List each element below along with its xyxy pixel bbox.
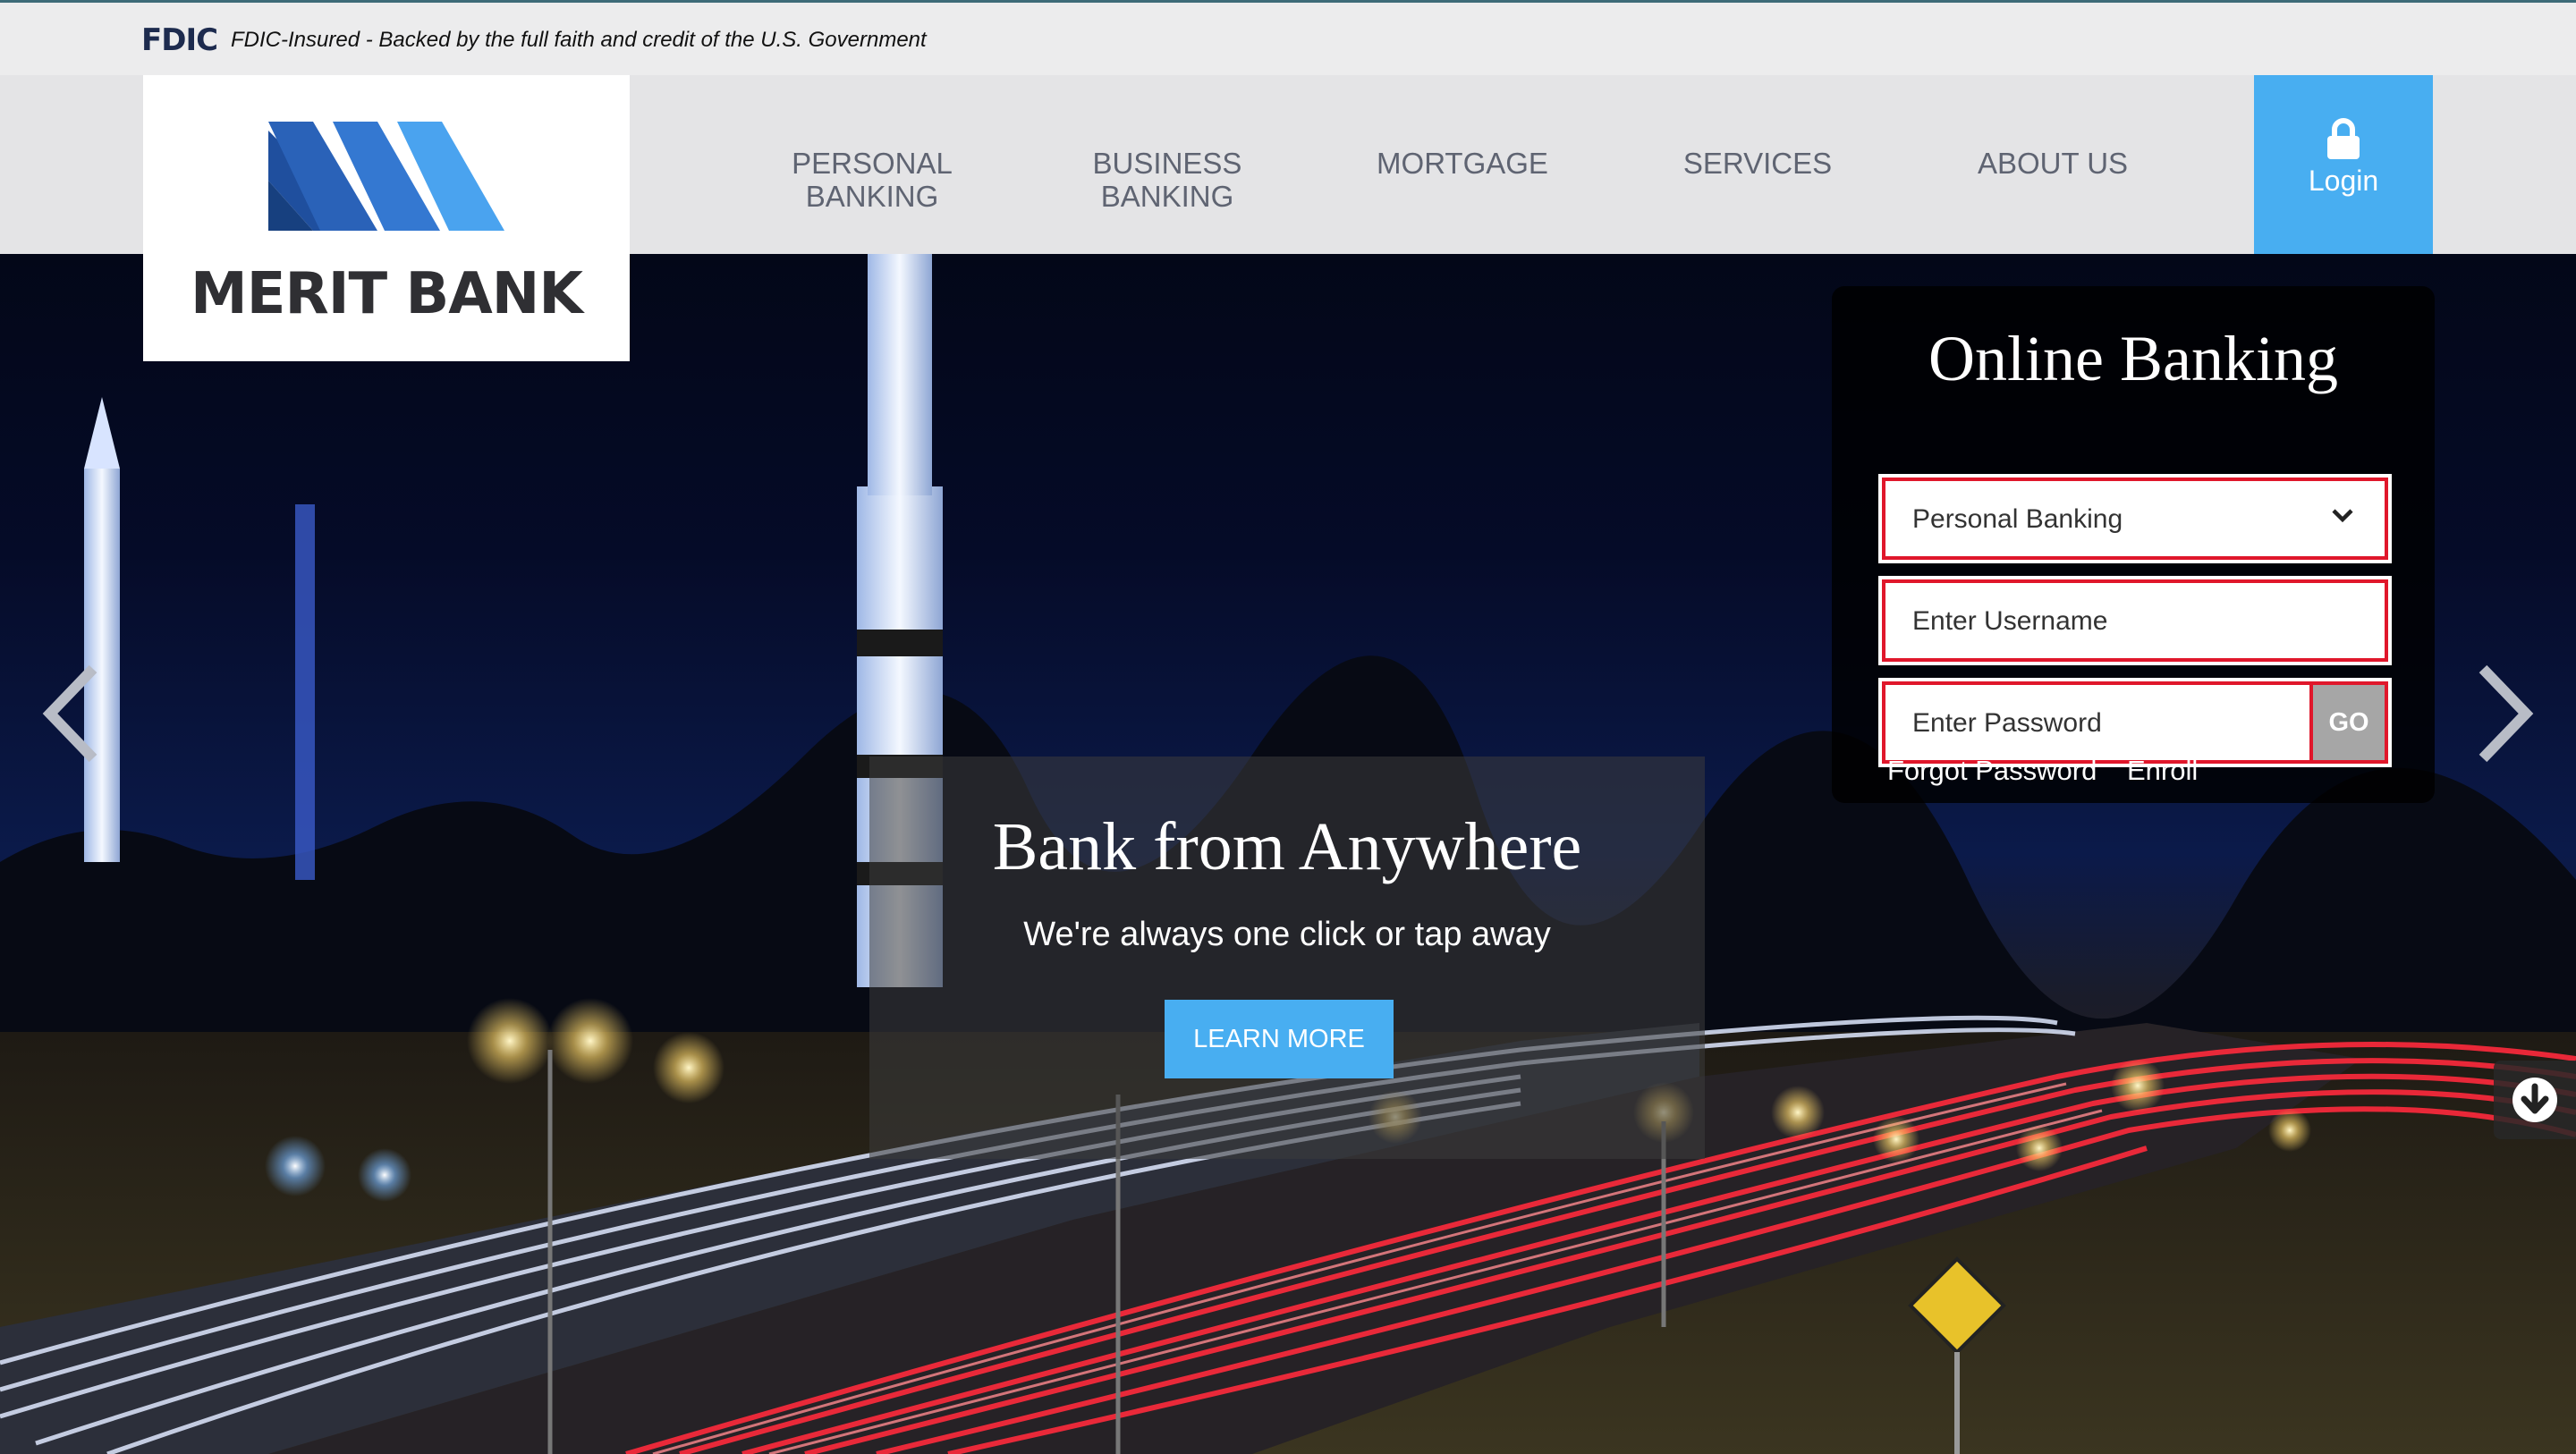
password-input[interactable]: Enter Password GO [1878,678,2392,767]
login-button[interactable]: Login [2254,75,2433,254]
fdic-notice: FDIC-Insured - Backed by the full faith … [231,28,927,52]
fdic-logo: FDIC [141,22,218,58]
chevron-down-icon [2332,509,2353,523]
scroll-down-button[interactable] [2494,1061,2576,1139]
password-placeholder: Enter Password [1912,708,2102,738]
forgot-password-link[interactable]: Forgot Password [1887,755,2097,787]
chevron-left-icon[interactable] [39,662,102,765]
online-banking-panel: Online Banking Personal Banking Enter Us… [1832,286,2435,803]
username-input[interactable]: Enter Username [1878,576,2392,665]
hero-caption: Bank from Anywhere We're always one clic… [869,757,1705,1159]
learn-more-button[interactable]: LEARN MORE [1165,1000,1394,1078]
account-type-select[interactable]: Personal Banking [1878,474,2392,563]
merit-bank-logo[interactable]: MERIT BANK [143,75,630,361]
nav-business-banking[interactable]: BUSINESS BANKING [1060,147,1275,213]
fdic-bar: FDIC FDIC-Insured - Backed by the full f… [0,0,2576,75]
brand-mark-icon [268,122,504,231]
login-label: Login [2308,165,2379,197]
online-banking-title: Online Banking [1928,323,2338,394]
hero-slider: Bank from Anywhere We're always one clic… [0,254,2576,1454]
nav-about-us[interactable]: ABOUT US [1945,147,2160,180]
username-placeholder: Enter Username [1912,606,2108,636]
enroll-link[interactable]: Enroll [2127,755,2198,787]
hero-subtitle: We're always one click or tap away [1023,916,1551,953]
lock-icon [2327,118,2360,159]
brand-name: MERIT BANK [191,261,583,327]
hero-title: Bank from Anywhere [992,809,1582,884]
nav-services[interactable]: SERVICES [1650,147,1865,180]
nav-mortgage[interactable]: MORTGAGE [1355,147,1570,180]
arrow-down-circle-icon [2512,1078,2557,1122]
chevron-right-icon[interactable] [2474,662,2537,765]
go-button[interactable]: GO [2309,685,2385,760]
nav-personal-banking[interactable]: PERSONAL BANKING [765,147,979,213]
account-type-value: Personal Banking [1912,504,2123,534]
